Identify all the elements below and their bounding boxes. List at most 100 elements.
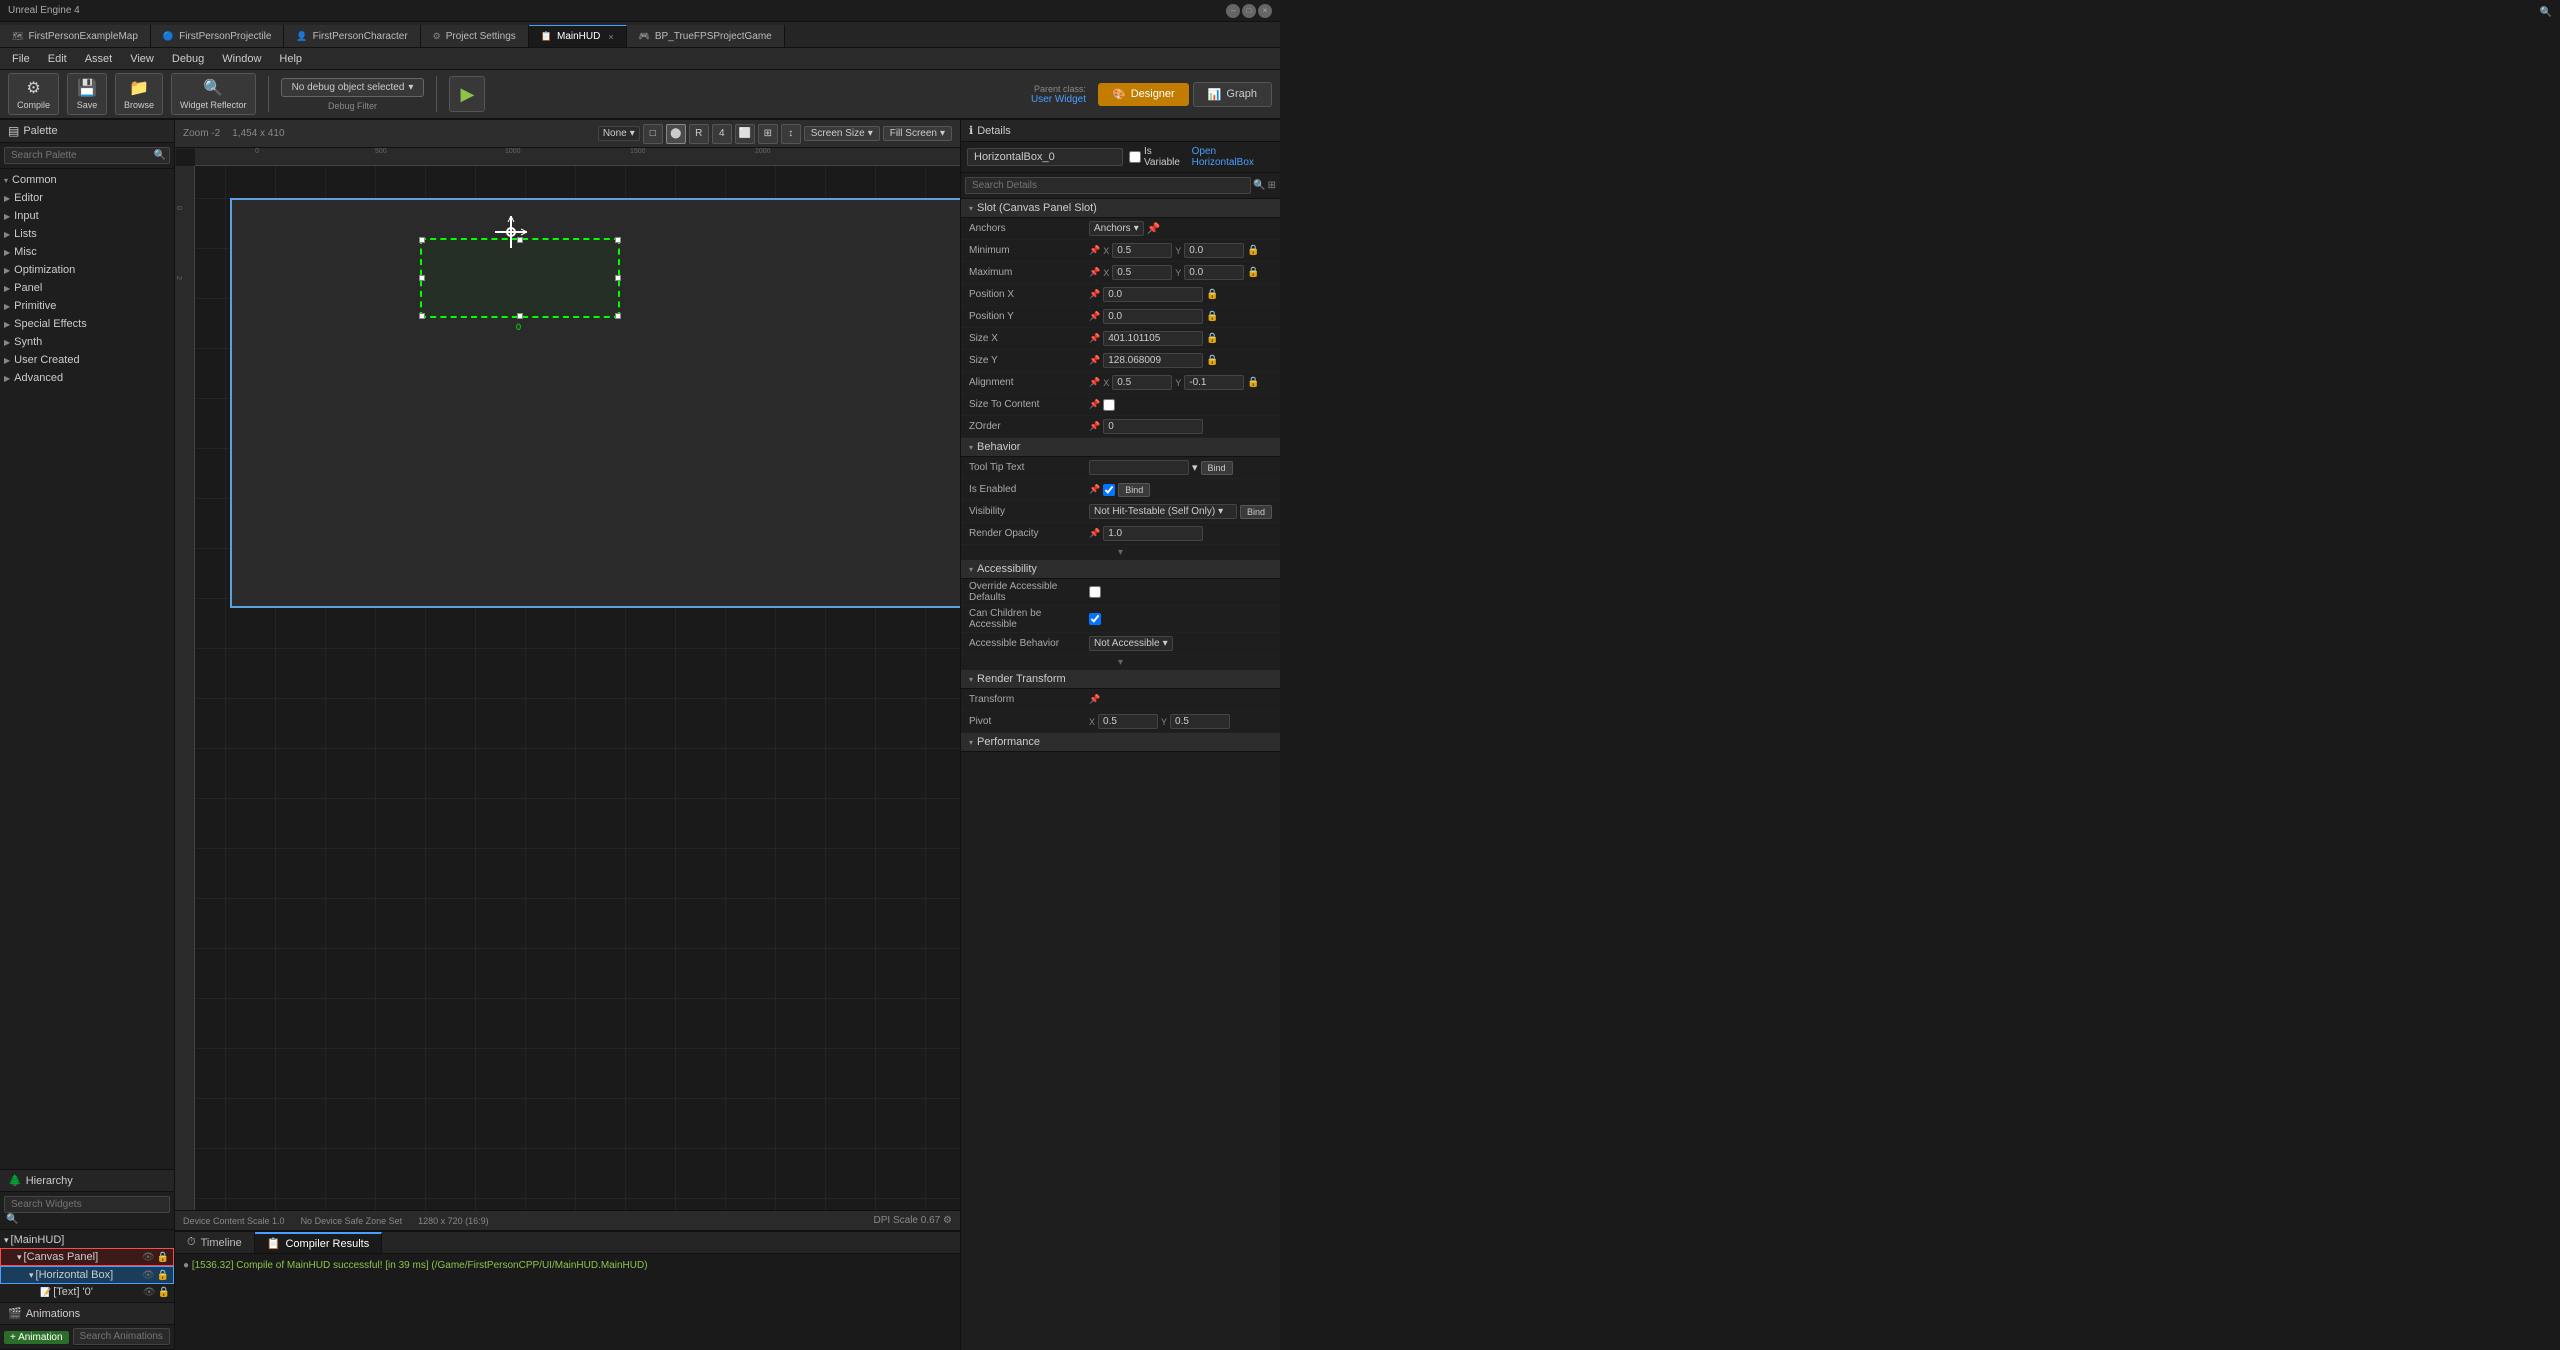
is-enabled-pin-icon[interactable]: 📌 xyxy=(1089,484,1100,495)
pivot-y-input[interactable] xyxy=(1170,714,1230,729)
handle-bl[interactable] xyxy=(419,313,425,319)
animation-search-input[interactable] xyxy=(73,1328,170,1345)
designer-button[interactable]: 🎨 Designer xyxy=(1098,83,1189,106)
text-eye-icon[interactable]: 👁 xyxy=(143,1287,156,1298)
maximize-button[interactable]: □ xyxy=(1242,4,1256,18)
size-x-input[interactable] xyxy=(1103,331,1203,346)
palette-item-special-effects[interactable]: ▶ Special Effects xyxy=(0,315,174,333)
canvas-tool-btn-6[interactable]: ⊞ xyxy=(758,124,778,144)
eye-icon[interactable]: 👁 xyxy=(142,1252,155,1263)
graph-button[interactable]: 📊 Graph xyxy=(1193,82,1272,107)
visibility-dropdown[interactable]: Not Hit-Testable (Self Only) ▾ xyxy=(1089,504,1237,519)
opacity-pin-icon[interactable]: 📌 xyxy=(1089,528,1100,539)
size-y-pin-icon[interactable]: 📌 xyxy=(1089,355,1100,366)
palette-item-common[interactable]: ▾ Common xyxy=(0,171,174,189)
anchors-pin-icon[interactable]: 📌 xyxy=(1147,222,1161,235)
section-header-slot[interactable]: ▾ Slot (Canvas Panel Slot) xyxy=(961,199,1280,218)
handle-br[interactable] xyxy=(615,313,621,319)
details-search-input[interactable] xyxy=(965,177,1251,194)
debug-object-dropdown[interactable]: No debug object selected ▾ xyxy=(281,78,425,97)
palette-item-lists[interactable]: ▶ Lists xyxy=(0,225,174,243)
details-filter-icon[interactable]: ⊞ xyxy=(1268,180,1276,191)
tab-compiler-results[interactable]: 📋 Compiler Results xyxy=(255,1232,382,1253)
menu-asset[interactable]: Asset xyxy=(77,51,121,67)
palette-item-user-created[interactable]: ▶ User Created xyxy=(0,351,174,369)
handle-bm[interactable] xyxy=(517,313,523,319)
menu-debug[interactable]: Debug xyxy=(164,51,212,67)
canvas-tool-btn-7[interactable]: ↕ xyxy=(781,124,801,144)
palette-item-editor[interactable]: ▶ Editor xyxy=(0,189,174,207)
position-y-input[interactable] xyxy=(1103,309,1203,324)
anchors-dropdown[interactable]: Anchors ▾ xyxy=(1089,221,1144,236)
size-x-pin-icon[interactable]: 📌 xyxy=(1089,333,1100,344)
minimum-lock-icon[interactable]: 🔒 xyxy=(1247,245,1259,256)
alignment-x-input[interactable] xyxy=(1112,375,1172,390)
canvas-tool-btn-2[interactable]: ⬤ xyxy=(666,124,686,144)
canvas-tool-btn-4[interactable]: 4 xyxy=(712,124,732,144)
menu-edit[interactable]: Edit xyxy=(40,51,75,67)
section-header-behavior[interactable]: ▾ Behavior xyxy=(961,438,1280,457)
menu-view[interactable]: View xyxy=(122,51,162,67)
palette-item-misc[interactable]: ▶ Misc xyxy=(0,243,174,261)
handle-tr[interactable] xyxy=(615,237,621,243)
pos-y-lock-icon[interactable]: 🔒 xyxy=(1206,311,1218,322)
canvas-viewport[interactable]: 0 500 1000 1500 2000 0 2 xyxy=(175,148,960,1210)
accessible-behavior-dropdown[interactable]: Not Accessible ▾ xyxy=(1089,636,1173,651)
palette-item-synth[interactable]: ▶ Synth xyxy=(0,333,174,351)
override-accessible-checkbox[interactable] xyxy=(1089,586,1101,598)
section-header-render-transform[interactable]: ▾ Render Transform xyxy=(961,670,1280,689)
accessibility-expand-icon[interactable]: ▾ xyxy=(1118,657,1123,668)
handle-tl[interactable] xyxy=(419,237,425,243)
hierarchy-search-input[interactable] xyxy=(4,1196,170,1213)
tab-close-icon[interactable]: × xyxy=(608,32,613,42)
tooltip-input[interactable] xyxy=(1089,460,1189,475)
palette-item-advanced[interactable]: ▶ Advanced xyxy=(0,369,174,387)
screen-size-dropdown[interactable]: Screen Size ▾ xyxy=(804,126,880,141)
transform-pin-icon[interactable]: 📌 xyxy=(1089,694,1100,705)
tab-MainHUD[interactable]: 📋 MainHUD × xyxy=(529,25,627,47)
size-y-input[interactable] xyxy=(1103,353,1203,368)
palette-item-input[interactable]: ▶ Input xyxy=(0,207,174,225)
tab-timeline[interactable]: ⏱ Timeline xyxy=(175,1232,255,1253)
canvas-tool-btn-1[interactable]: □ xyxy=(643,124,663,144)
palette-item-primitive[interactable]: ▶ Primitive xyxy=(0,297,174,315)
horizontal-box-widget[interactable]: 0 xyxy=(420,238,620,318)
menu-file[interactable]: File xyxy=(4,51,38,67)
palette-item-optimization[interactable]: ▶ Optimization xyxy=(0,261,174,279)
palette-item-panel[interactable]: ▶ Panel xyxy=(0,279,174,297)
minimum-pin-icon[interactable]: 📌 xyxy=(1089,245,1100,256)
hierarchy-item-main-hud[interactable]: ▾ [MainHUD] xyxy=(0,1232,174,1248)
handle-mr[interactable] xyxy=(615,275,621,281)
menu-help[interactable]: Help xyxy=(271,51,310,67)
pos-x-pin-icon[interactable]: 📌 xyxy=(1089,289,1100,300)
tooltip-bind-button[interactable]: Bind xyxy=(1201,461,1233,475)
add-animation-button[interactable]: + Animation xyxy=(4,1331,69,1344)
pos-x-lock-icon[interactable]: 🔒 xyxy=(1206,289,1218,300)
widget-name-input[interactable] xyxy=(967,148,1123,166)
minimize-button[interactable]: – xyxy=(1226,4,1240,18)
position-x-input[interactable] xyxy=(1103,287,1203,302)
maximum-lock-icon[interactable]: 🔒 xyxy=(1247,267,1259,278)
close-button[interactable]: × xyxy=(1258,4,1272,18)
dpi-settings-button[interactable]: DPI Scale 0.67 ⚙ xyxy=(874,1215,952,1226)
minimum-y-input[interactable] xyxy=(1184,243,1244,258)
maximum-x-input[interactable] xyxy=(1112,265,1172,280)
align-lock-icon[interactable]: 🔒 xyxy=(1247,377,1259,388)
tab-BP_TrueFPS[interactable]: 🎮 BP_TrueFPSProjectGame xyxy=(627,25,785,47)
zorder-input[interactable] xyxy=(1103,419,1203,434)
window-controls[interactable]: – □ × xyxy=(1226,4,1272,18)
size-y-lock-icon[interactable]: 🔒 xyxy=(1206,355,1218,366)
tab-FirstPersonProjectile[interactable]: 🔵 FirstPersonProjectile xyxy=(151,25,284,47)
fill-screen-dropdown[interactable]: Fill Screen ▾ xyxy=(883,126,952,141)
compile-button[interactable]: ⚙ Compile xyxy=(8,73,59,115)
align-pin-icon[interactable]: 📌 xyxy=(1089,377,1100,388)
tab-FirstPersonCharacter[interactable]: 👤 FirstPersonCharacter xyxy=(284,25,420,47)
pivot-x-input[interactable] xyxy=(1098,714,1158,729)
tab-FirstPersonExampleMap[interactable]: 🗺 FirstPersonExampleMap xyxy=(0,25,151,47)
maximum-pin-icon[interactable]: 📌 xyxy=(1089,267,1100,278)
widget-reflector-button[interactable]: 🔍 Widget Reflector xyxy=(171,73,256,115)
size-x-lock-icon[interactable]: 🔒 xyxy=(1206,333,1218,344)
can-children-checkbox[interactable] xyxy=(1089,613,1101,625)
hierarchy-item-canvas-panel[interactable]: ▾ [Canvas Panel] 👁 🔒 xyxy=(0,1248,174,1266)
is-enabled-checkbox[interactable] xyxy=(1103,484,1115,496)
